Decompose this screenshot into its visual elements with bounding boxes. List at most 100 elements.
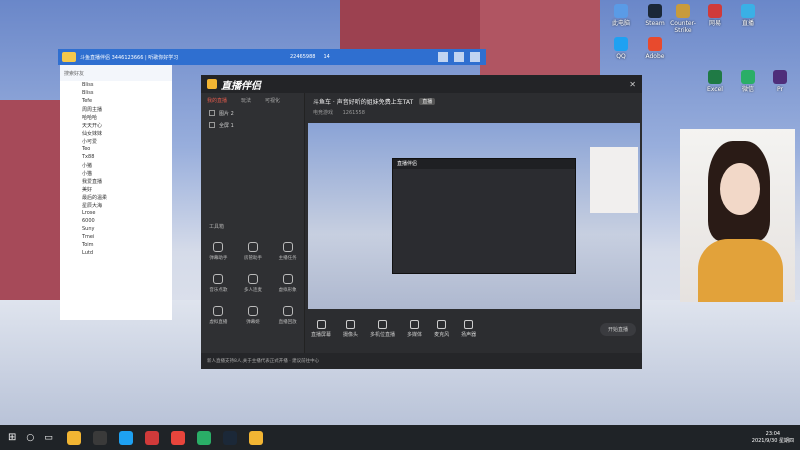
search-icon[interactable]: ○ <box>26 433 34 443</box>
list-item[interactable]: Tx88 <box>60 153 172 161</box>
list-item[interactable]: 小猫 <box>60 169 172 177</box>
scene-item[interactable]: 图片 2 <box>201 107 304 119</box>
taskbar-app-icon[interactable] <box>248 430 263 445</box>
taskbar-clock[interactable]: 23:04 2021/9/30 星期四 <box>752 431 794 445</box>
taskbar-app-icon[interactable] <box>66 430 81 445</box>
microphone-button[interactable]: 麦克风 <box>434 320 449 338</box>
tool-button[interactable]: 弹幕助手 <box>201 238 236 266</box>
app-title-bar[interactable]: 直播伴侣 ✕ <box>201 75 642 93</box>
tool-button[interactable]: 主播任务 <box>270 238 305 266</box>
taskbar-app-icon[interactable] <box>92 430 107 445</box>
taskbar-app-icon[interactable] <box>144 430 159 445</box>
home-icon[interactable] <box>438 52 448 62</box>
media-button[interactable]: 多媒体 <box>407 320 422 338</box>
category-label[interactable]: 电竞游戏 <box>313 110 333 116</box>
app-logo-icon <box>207 79 217 89</box>
multi-camera-button[interactable]: 多机位直播 <box>370 320 395 338</box>
room-id: 22465988 <box>290 54 316 60</box>
portrait-clothing <box>698 239 783 302</box>
list-item[interactable]: Lrose <box>60 209 172 217</box>
desktop-icon[interactable]: 此电脑 <box>606 4 636 27</box>
start-stream-button[interactable]: 开始直播 <box>599 322 636 336</box>
list-item[interactable]: 6000 <box>60 217 172 225</box>
speaker-button[interactable]: 扬声器 <box>461 320 476 338</box>
wechat-icon <box>741 70 755 84</box>
tool-button[interactable]: 直播回放 <box>270 302 305 330</box>
search-label: 搜索好友 <box>64 70 85 77</box>
list-item[interactable]: 小猪 <box>60 161 172 169</box>
list-item[interactable]: Teo <box>60 145 172 153</box>
tool-icon <box>213 242 224 252</box>
desktop-icon[interactable]: 微信 <box>733 70 763 93</box>
tab-play[interactable]: 玩法 <box>241 97 251 104</box>
desktop-icon[interactable]: Adobe <box>640 37 670 60</box>
list-item[interactable]: 哈哈哈 <box>60 113 172 121</box>
preview-camera-feed <box>590 147 638 213</box>
tab-my-live[interactable]: 我的直播 <box>207 97 227 104</box>
list-item[interactable]: 美好 <box>60 185 172 193</box>
windows-start-icon[interactable]: ⊞ <box>8 432 16 443</box>
desktop-icon[interactable]: Pr <box>765 70 795 93</box>
client-logo-icon <box>62 52 76 62</box>
streamer-app-window: 直播伴侣 ✕ 我的直播 玩法 可视化 图片 2 全屏 1 工具箱 弹幕助手 房管… <box>201 75 642 369</box>
desktop-icon[interactable]: Steam <box>640 4 670 27</box>
list-item[interactable]: Bliss <box>60 89 172 97</box>
contact-list-header: 搜索好友 <box>60 65 172 81</box>
client-title-bar[interactable]: 斗鱼直播伴侣 3446123666 | 听歌你好学习 22465988 14 <box>58 49 486 65</box>
desktop-icon[interactable]: Counter-Strike <box>668 4 698 34</box>
tab-visual[interactable]: 可视化 <box>265 97 280 104</box>
taskbar-app-icon[interactable] <box>170 430 185 445</box>
eye-icon[interactable] <box>209 110 215 116</box>
list-item[interactable]: Lutd <box>60 249 172 257</box>
list-item[interactable]: Tefe <box>60 97 172 105</box>
tool-button[interactable]: 多人连麦 <box>236 270 271 298</box>
taskbar-app-icon[interactable] <box>196 430 211 445</box>
taskbar: ⊞ ○ ▭ 23:04 2021/9/30 星期四 <box>0 425 800 450</box>
scene-item-label: 图片 2 <box>219 110 234 117</box>
scene-item[interactable]: 全屏 1 <box>201 119 304 131</box>
stream-meta: 电竞游戏 1261558 <box>313 109 365 116</box>
list-item[interactable]: 仙女妹妹 <box>60 129 172 137</box>
list-item[interactable]: Tmei <box>60 233 172 241</box>
close-icon[interactable]: ✕ <box>629 80 636 89</box>
desktop-icon[interactable]: 网易 <box>700 4 730 27</box>
tool-button[interactable]: 音乐点歌 <box>201 270 236 298</box>
clock-time: 23:04 <box>765 430 781 437</box>
tool-button[interactable]: 房管助手 <box>236 238 271 266</box>
tool-icon <box>247 274 258 284</box>
stream-preview[interactable]: 直播伴侣 <box>308 123 640 309</box>
desktop-icon[interactable]: 直播 <box>733 4 763 27</box>
nested-preview-window: 直播伴侣 <box>392 158 576 274</box>
window-icon[interactable] <box>454 52 464 62</box>
list-item[interactable]: Toim <box>60 241 172 249</box>
desktop-icon[interactable]: QQ <box>606 37 636 60</box>
tool-icon <box>247 242 258 252</box>
list-item[interactable]: 周周主播 <box>60 105 172 113</box>
eye-icon[interactable] <box>209 122 215 128</box>
list-item[interactable]: 天天开心 <box>60 121 172 129</box>
list-item[interactable]: Suny <box>60 225 172 233</box>
stream-title[interactable]: 斗鱼车 · 声音好听的姐妹免费上车TAT <box>313 97 413 106</box>
action-bar: 直播屏幕 摄像头 多机位直播 多媒体 麦克风 扬声器 开始直播 <box>305 315 642 343</box>
tool-button[interactable]: 弹幕姬 <box>236 302 271 330</box>
list-item[interactable]: Bliss <box>60 81 172 89</box>
tool-icon <box>213 274 224 284</box>
camera-button[interactable]: 摄像头 <box>343 320 358 338</box>
task-view-icon[interactable]: ▭ <box>44 433 53 443</box>
list-item[interactable]: 我爱直播 <box>60 177 172 185</box>
tool-button[interactable]: 虚拟直播 <box>201 302 236 330</box>
desktop-icon[interactable]: Excel <box>700 70 730 93</box>
premiere-icon <box>773 70 787 84</box>
wallpaper-building <box>0 100 60 300</box>
list-item[interactable]: 星辰大海 <box>60 201 172 209</box>
screen-capture-button[interactable]: 直播屏幕 <box>311 320 331 338</box>
tool-button[interactable]: 虚拟形象 <box>270 270 305 298</box>
taskbar-app-icon[interactable] <box>222 430 237 445</box>
qq-icon <box>614 37 628 51</box>
list-item[interactable]: 小可爱 <box>60 137 172 145</box>
nested-title: 直播伴侣 <box>393 159 575 169</box>
taskbar-app-icon[interactable] <box>118 430 133 445</box>
steam-icon <box>648 4 662 18</box>
close-icon[interactable] <box>470 52 480 62</box>
list-item[interactable]: 最后的温柔 <box>60 193 172 201</box>
